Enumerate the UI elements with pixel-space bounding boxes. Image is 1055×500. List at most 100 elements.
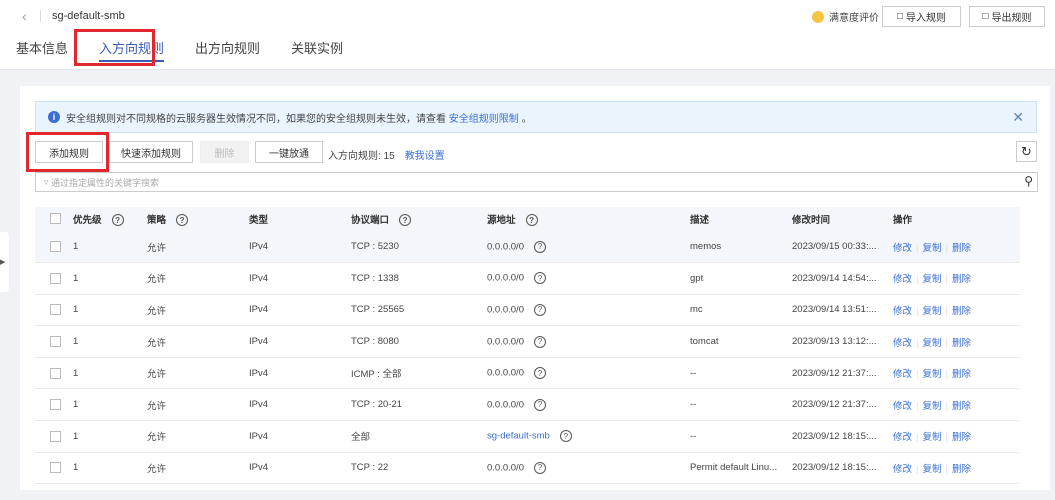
copy-link[interactable]: 复制 bbox=[922, 369, 941, 380]
alert-text: 安全组规则对不同规格的云服务器生效情况不同，如果您的安全组规则未生效，请查看 bbox=[66, 113, 446, 125]
search-input[interactable]: ▿ 通过指定属性的关键字搜索 ⚲ bbox=[35, 172, 1038, 192]
row-checkbox[interactable] bbox=[50, 399, 61, 411]
actions-cell: 修改 | 复制 | 删除 bbox=[893, 420, 1020, 453]
col-description: 描述 bbox=[690, 215, 710, 226]
rule-count-label: 入方向规则: 15 bbox=[328, 151, 395, 162]
refresh-icon[interactable]: ↻ bbox=[1016, 141, 1037, 162]
col-priority: 优先级 bbox=[73, 214, 102, 226]
policy-cell: 允许 bbox=[147, 388, 249, 422]
port-cell: TCP : 22 bbox=[351, 452, 487, 485]
edit-link[interactable]: 修改 bbox=[893, 432, 912, 443]
copy-link[interactable]: 复制 bbox=[922, 274, 941, 285]
row-checkbox[interactable] bbox=[50, 241, 61, 253]
highlight-box bbox=[26, 132, 109, 172]
select-all-checkbox[interactable] bbox=[50, 213, 61, 225]
delete-link[interactable]: 删除 bbox=[952, 338, 971, 349]
actions-cell: 修改 | 复制 | 删除 bbox=[893, 325, 1020, 358]
edit-link[interactable]: 修改 bbox=[893, 338, 912, 349]
table-row: 1 允许 IPv4 TCP : 8080 0.0.0.0/0? tomcat 2… bbox=[35, 325, 1020, 358]
row-checkbox[interactable] bbox=[50, 430, 61, 442]
help-icon[interactable]: ? bbox=[525, 214, 538, 227]
close-icon[interactable]: ✕ bbox=[1012, 109, 1024, 126]
row-checkbox[interactable] bbox=[50, 272, 61, 284]
delete-button[interactable]: 删除 bbox=[200, 141, 249, 163]
actions-cell: 修改 | 复制 | 删除 bbox=[893, 452, 1020, 485]
open-all-button[interactable]: 一键放通 bbox=[255, 141, 323, 163]
help-icon[interactable]: ? bbox=[533, 398, 546, 411]
edit-link[interactable]: 修改 bbox=[893, 243, 912, 254]
delete-link[interactable]: 删除 bbox=[952, 243, 971, 254]
edit-link[interactable]: 修改 bbox=[893, 306, 912, 317]
tab-associated-instances[interactable]: 关联实例 bbox=[291, 38, 343, 57]
edit-link[interactable]: 修改 bbox=[893, 369, 912, 380]
quick-add-rule-button[interactable]: 快速添加规则 bbox=[109, 141, 193, 163]
help-icon[interactable]: ? bbox=[533, 367, 546, 380]
help-link[interactable]: 教我设置 bbox=[405, 151, 445, 162]
type-cell: IPv4 bbox=[249, 325, 351, 358]
copy-link[interactable]: 复制 bbox=[922, 306, 941, 317]
table-row: 1 允许 IPv4 TCP : 25565 0.0.0.0/0? mc 2023… bbox=[35, 294, 1020, 327]
source-cell: 0.0.0.0/0 bbox=[487, 272, 524, 284]
delete-link[interactable]: 删除 bbox=[952, 369, 971, 380]
row-checkbox[interactable] bbox=[50, 304, 61, 316]
actions-cell: 修改 | 复制 | 删除 bbox=[893, 294, 1020, 327]
delete-link[interactable]: 删除 bbox=[952, 274, 971, 285]
back-icon[interactable]: ‹ bbox=[22, 8, 27, 24]
help-icon[interactable]: ? bbox=[533, 303, 546, 316]
time-cell: 2023/09/15 00:33:... bbox=[792, 231, 893, 264]
help-icon[interactable]: ? bbox=[533, 240, 546, 253]
alert-link[interactable]: 安全组规则限制 bbox=[449, 110, 519, 125]
help-icon[interactable]: ? bbox=[533, 335, 546, 348]
delete-link[interactable]: 删除 bbox=[952, 401, 971, 412]
row-checkbox[interactable] bbox=[50, 367, 61, 379]
source-link[interactable]: sg-default-smb bbox=[487, 431, 550, 442]
export-rules-button[interactable]: □ 导出规则 bbox=[969, 6, 1045, 27]
time-cell: 2023/09/12 21:37:... bbox=[792, 388, 893, 422]
row-checkbox[interactable] bbox=[50, 336, 61, 348]
copy-link[interactable]: 复制 bbox=[922, 338, 941, 349]
col-actions: 操作 bbox=[893, 215, 913, 226]
copy-link[interactable]: 复制 bbox=[922, 243, 941, 254]
delete-link[interactable]: 删除 bbox=[952, 464, 971, 475]
tab-outbound-rules[interactable]: 出方向规则 bbox=[195, 38, 260, 57]
delete-link[interactable]: 删除 bbox=[952, 306, 971, 317]
import-rules-button[interactable]: □ 导入规则 bbox=[882, 6, 961, 27]
help-icon[interactable]: ? bbox=[176, 214, 189, 227]
help-icon[interactable]: ? bbox=[533, 461, 546, 474]
source-cell-wrap: 0.0.0.0/0? bbox=[487, 231, 690, 264]
tab-basic-info[interactable]: 基本信息 bbox=[16, 38, 68, 57]
table-header: 优先级? 策略? 类型 协议端口? 源地址? 描述 修改时间 操作 bbox=[35, 207, 1020, 231]
export-icon: □ bbox=[982, 11, 989, 22]
source-cell: 0.0.0.0/0 bbox=[487, 304, 524, 316]
delete-link[interactable]: 删除 bbox=[952, 432, 971, 443]
help-icon[interactable]: ? bbox=[111, 214, 124, 227]
type-cell: IPv4 bbox=[249, 452, 351, 485]
help-icon[interactable]: ? bbox=[533, 272, 546, 285]
edit-link[interactable]: 修改 bbox=[893, 401, 912, 412]
port-cell: TCP : 20-21 bbox=[351, 388, 487, 422]
source-cell: 0.0.0.0/0 bbox=[487, 241, 524, 253]
priority-cell: 1 bbox=[73, 420, 147, 453]
time-cell: 2023/09/12 18:15:... bbox=[792, 452, 893, 485]
sidebar-expand-handle[interactable]: ▶ bbox=[0, 232, 9, 292]
source-cell-wrap: 0.0.0.0/0? bbox=[487, 452, 690, 485]
time-cell: 2023/09/14 13:51:... bbox=[792, 294, 893, 327]
edit-link[interactable]: 修改 bbox=[893, 464, 912, 475]
edit-link[interactable]: 修改 bbox=[893, 274, 912, 285]
help-icon[interactable]: ? bbox=[559, 430, 572, 443]
copy-link[interactable]: 复制 bbox=[922, 401, 941, 412]
tabs: 基本信息 入方向规则 出方向规则 关联实例 bbox=[16, 38, 374, 62]
copy-link[interactable]: 复制 bbox=[922, 432, 941, 443]
priority-cell: 1 bbox=[73, 452, 147, 485]
search-icon[interactable]: ⚲ bbox=[1024, 174, 1033, 188]
export-label: 导出规则 bbox=[991, 13, 1032, 24]
smiley-icon bbox=[812, 10, 824, 23]
policy-cell: 允许 bbox=[147, 262, 249, 295]
copy-link[interactable]: 复制 bbox=[922, 464, 941, 475]
rating-link[interactable]: 满意度评价 bbox=[812, 9, 879, 24]
help-icon[interactable]: ? bbox=[399, 214, 412, 227]
port-cell: ICMP : 全部 bbox=[351, 357, 487, 390]
type-cell: IPv4 bbox=[249, 357, 351, 390]
row-checkbox[interactable] bbox=[50, 462, 61, 474]
actions-cell: 修改 | 复制 | 删除 bbox=[893, 262, 1020, 295]
